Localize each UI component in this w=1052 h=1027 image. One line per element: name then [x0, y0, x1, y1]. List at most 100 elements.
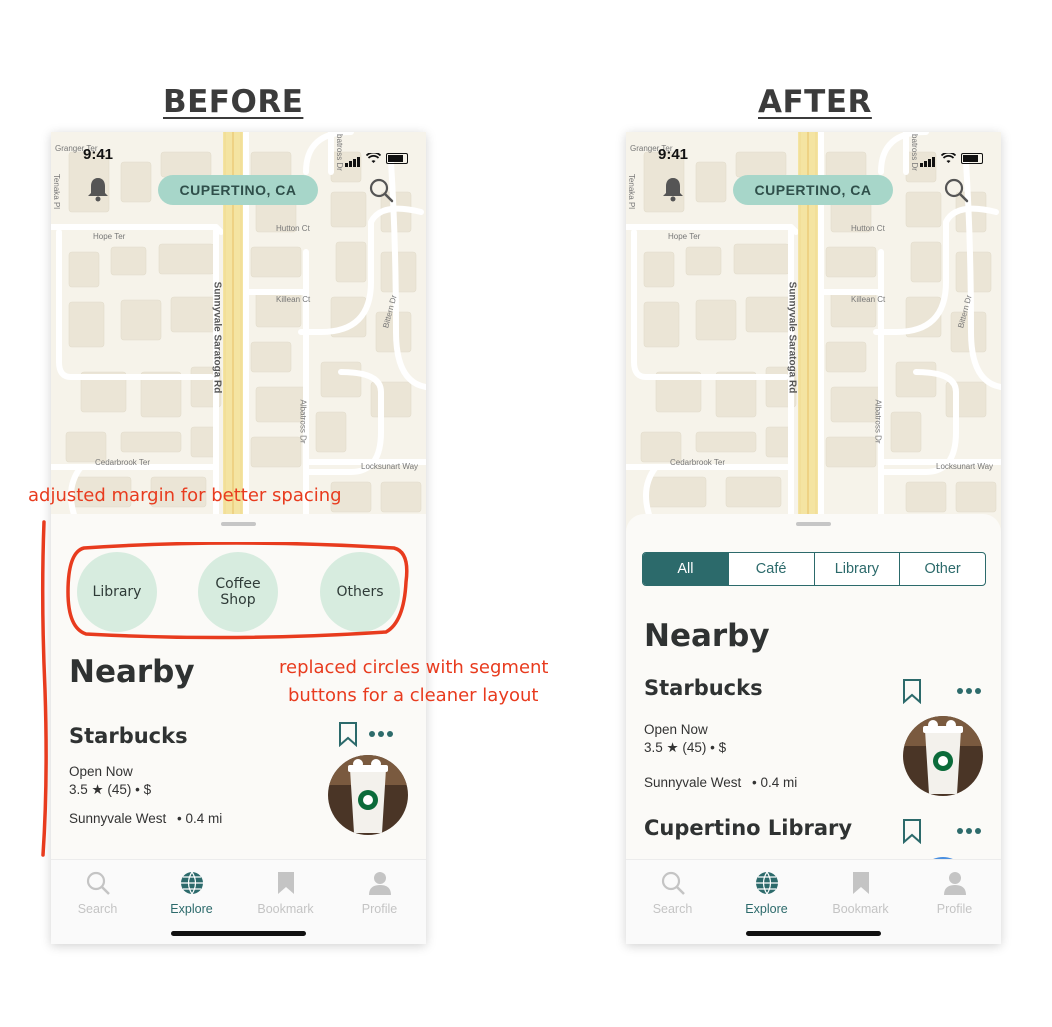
annotation-segments-line1: replaced circles with segment: [279, 657, 549, 678]
map-label-main-road: Sunnyvale Saratoga Rd: [786, 281, 798, 394]
place-rating: 3.5 ★ (45) • $: [69, 782, 152, 797]
tab-profile[interactable]: Profile: [333, 870, 426, 916]
status-time: 9:41: [658, 146, 689, 163]
tab-bar: Search Explore Bookmark Profile: [51, 859, 426, 944]
section-title: Nearby: [644, 618, 770, 654]
globe-icon: [180, 871, 203, 895]
map-label-locksunart: Locksunart Way: [936, 462, 994, 471]
after-heading: AFTER: [758, 84, 872, 120]
more-icon[interactable]: [957, 828, 981, 834]
before-heading: BEFORE: [163, 84, 304, 120]
place-distance: • 0.4 mi: [177, 811, 223, 826]
tab-bookmark[interactable]: Bookmark: [239, 870, 332, 916]
after-phone: Sunnyvale Saratoga Rd Hope Ter Hutton Ct…: [626, 132, 1001, 944]
search-icon: [661, 871, 685, 895]
map-label-locksunart: Locksunart Way: [361, 462, 419, 471]
status-time: 9:41: [83, 146, 114, 163]
battery-icon: [386, 152, 408, 164]
location-chip[interactable]: CUPERTINO, CA: [158, 175, 318, 205]
map-label-killean: Killean Ct: [276, 295, 311, 304]
place-distance: • 0.4 mi: [752, 775, 798, 790]
before-phone: Sunnyvale Saratoga Rd Hope Ter Hutton Ct…: [51, 132, 426, 944]
tab-label: Explore: [170, 902, 213, 916]
map-label-hope: Hope Ter: [93, 232, 126, 241]
signal-icon: [345, 149, 361, 167]
tab-search[interactable]: Search: [626, 870, 719, 916]
search-icon[interactable]: [368, 177, 394, 203]
map-label-cedarbrook: Cedarbrook Ter: [95, 458, 150, 467]
tab-explore[interactable]: Explore: [145, 870, 238, 916]
bell-icon[interactable]: [87, 176, 109, 202]
annotation-margin-line: [40, 520, 48, 857]
wifi-icon: [366, 152, 381, 163]
section-title: Nearby: [69, 654, 195, 690]
map-label-batross: batross Dr: [909, 134, 919, 171]
map-label-main-road: Sunnyvale Saratoga Rd: [211, 281, 223, 394]
segment-other[interactable]: Other: [899, 553, 985, 585]
annotation-segments-line2: buttons for a cleaner layout: [288, 685, 539, 706]
home-indicator: [746, 931, 881, 936]
place-thumbnail[interactable]: [903, 716, 983, 796]
sheet-grabber[interactable]: [796, 522, 831, 526]
signal-icon: [920, 149, 936, 167]
annotation-circle-outline: [66, 542, 409, 640]
tab-label: Profile: [361, 902, 398, 916]
tab-label: Explore: [745, 902, 788, 916]
tab-label: Bookmark: [257, 902, 314, 916]
coffee-cup-image: [903, 716, 983, 796]
map-label-batross: batross Dr: [334, 134, 344, 171]
segment-all[interactable]: All: [643, 553, 728, 585]
location-chip[interactable]: CUPERTINO, CA: [733, 175, 893, 205]
bookmark-icon: [277, 872, 294, 894]
place-name[interactable]: Starbucks: [644, 676, 763, 700]
place-area: Sunnyvale West: [644, 775, 742, 790]
wifi-icon: [941, 152, 956, 163]
map-label-tenaka: Tenaka Pl: [52, 173, 62, 210]
more-icon[interactable]: [369, 731, 393, 737]
annotation-margin: adjusted margin for better spacing: [28, 485, 342, 506]
more-icon[interactable]: [957, 688, 981, 694]
place-thumbnail[interactable]: [328, 755, 408, 835]
tab-label: Search: [652, 902, 693, 916]
map-label-albatross: Albatross Dr: [873, 399, 883, 444]
battery-icon: [961, 152, 983, 164]
tab-label: Bookmark: [832, 902, 889, 916]
place-rating: 3.5 ★ (45) • $: [644, 740, 727, 755]
map-label-tenaka: Tenaka Pl: [627, 173, 637, 210]
bell-icon[interactable]: [662, 176, 684, 202]
status-icons: [345, 149, 408, 167]
map-label-cedarbrook: Cedarbrook Ter: [670, 458, 725, 467]
segment-cafe[interactable]: Café: [727, 553, 814, 585]
status-icons: [920, 149, 983, 167]
user-icon: [943, 872, 966, 895]
map-label-hutton: Hutton Ct: [276, 224, 310, 233]
map-label-killean: Killean Ct: [851, 295, 886, 304]
place-status: Open Now: [69, 764, 133, 779]
bookmark-icon[interactable]: [902, 818, 922, 844]
search-icon: [86, 871, 110, 895]
second-place-name[interactable]: Cupertino Library: [644, 816, 852, 840]
tab-label: Profile: [936, 902, 973, 916]
map-label-hope: Hope Ter: [668, 232, 701, 241]
tab-explore[interactable]: Explore: [720, 870, 813, 916]
search-icon[interactable]: [943, 177, 969, 203]
place-name[interactable]: Starbucks: [69, 724, 188, 748]
map-label-albatross: Albatross Dr: [298, 399, 308, 444]
tab-bookmark[interactable]: Bookmark: [814, 870, 907, 916]
category-segment-control: All Café Library Other: [642, 552, 986, 586]
bookmark-icon[interactable]: [338, 721, 358, 747]
map-label-hutton: Hutton Ct: [851, 224, 885, 233]
tab-bar: Search Explore Bookmark Profile: [626, 859, 1001, 944]
tab-search[interactable]: Search: [51, 870, 144, 916]
tab-label: Search: [77, 902, 118, 916]
segment-library[interactable]: Library: [813, 553, 900, 585]
home-indicator: [171, 931, 306, 936]
bookmark-icon[interactable]: [902, 678, 922, 704]
user-icon: [368, 872, 391, 895]
tab-profile[interactable]: Profile: [908, 870, 1001, 916]
coffee-cup-image: [328, 755, 408, 835]
place-area: Sunnyvale West: [69, 811, 167, 826]
sheet-grabber[interactable]: [221, 522, 256, 526]
globe-icon: [755, 871, 778, 895]
place-status: Open Now: [644, 722, 708, 737]
